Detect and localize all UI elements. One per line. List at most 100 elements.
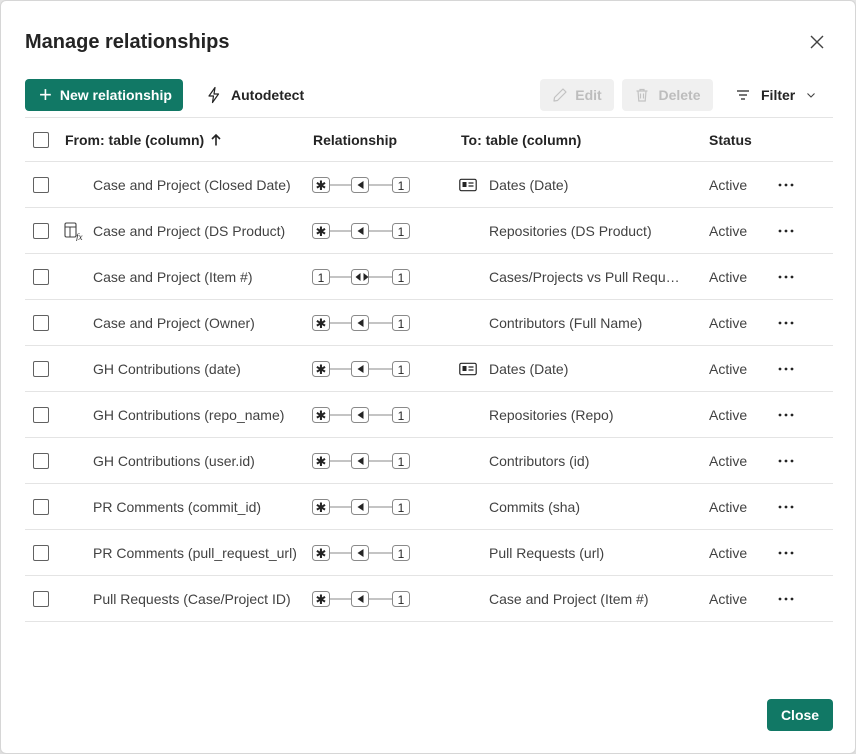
to-cardinality-symbol: 1: [398, 317, 405, 331]
from-column: PR Comments (pull_request_url): [93, 544, 297, 561]
filter-button[interactable]: Filter: [735, 79, 817, 111]
to-column-label: Pull Requests (url): [489, 544, 605, 561]
to-column-label: Repositories (DS Product): [489, 222, 652, 239]
date-table-icon: [459, 178, 477, 191]
status-label: Active: [709, 590, 748, 607]
row-checkbox[interactable]: [33, 406, 49, 423]
row-checkbox[interactable]: [33, 590, 49, 607]
row-checkbox[interactable]: [33, 176, 49, 193]
filter-label: Filter: [761, 87, 796, 103]
to-column-label: Case and Project (Item #): [489, 590, 649, 607]
table-row[interactable]: fx Case and Project (DS Product) ✱ 1 Rep…: [25, 208, 833, 254]
more-options-button[interactable]: [775, 254, 797, 299]
more-options-button[interactable]: [775, 576, 797, 621]
more-options-button[interactable]: [775, 300, 797, 345]
more-options-button[interactable]: [775, 392, 797, 437]
relationship-cell: ✱ 1: [312, 392, 412, 437]
more-options-button[interactable]: [775, 208, 797, 253]
to-cardinality-symbol: 1: [398, 547, 405, 561]
status-label: Active: [709, 314, 748, 331]
table-row[interactable]: PR Comments (pull_request_url) ✱ 1 Pull …: [25, 530, 833, 576]
table-row[interactable]: GH Contributions (repo_name) ✱ 1 Reposit…: [25, 392, 833, 438]
row-checkbox[interactable]: [33, 498, 49, 515]
to-icon-cell: [459, 438, 481, 483]
to-cardinality-symbol: 1: [398, 225, 405, 239]
relationship-cardinality-icon: 1 1: [312, 268, 410, 285]
more-options-button[interactable]: [775, 484, 797, 529]
row-checkbox[interactable]: [33, 222, 49, 239]
dialog-title: Manage relationships: [25, 31, 230, 53]
row-checkbox[interactable]: [33, 544, 49, 561]
to-column-label: Contributors (id): [489, 452, 590, 469]
to-cardinality-symbol: 1: [398, 455, 405, 469]
from-column: Case and Project (Item #): [93, 268, 253, 285]
edit-button[interactable]: Edit: [540, 79, 614, 111]
to-column: Commits (sha): [489, 484, 711, 529]
status-label: Active: [709, 268, 748, 285]
row-checkbox[interactable]: [33, 314, 49, 331]
table-row[interactable]: GH Contributions (date) ✱ 1 Dates (Date)…: [25, 346, 833, 392]
to-column-label: Cases/Projects vs Pull Requests (Item #): [489, 268, 687, 285]
new-relationship-button[interactable]: + New relationship: [25, 79, 183, 111]
relationship-cell: ✱ 1: [312, 484, 412, 529]
table-row[interactable]: Case and Project (Owner) ✱ 1 Contributor…: [25, 300, 833, 346]
relationship-cardinality-icon: ✱ 1: [312, 360, 410, 377]
to-cardinality-symbol: 1: [398, 593, 405, 607]
from-cardinality-symbol: ✱: [316, 592, 327, 607]
more-horizontal-icon: [778, 459, 794, 462]
relationship-cardinality-icon: ✱ 1: [312, 406, 410, 423]
to-column-label: Repositories (Repo): [489, 406, 614, 423]
to-icon-cell: [459, 162, 481, 207]
table-row[interactable]: Case and Project (Item #) 1 1 Cases/Proj…: [25, 254, 833, 300]
new-relationship-label: New relationship: [59, 87, 172, 103]
delete-button[interactable]: Delete: [622, 79, 713, 111]
more-options-button[interactable]: [775, 346, 797, 391]
status-label: Active: [709, 544, 748, 561]
relationship-cell: ✱ 1: [312, 162, 412, 207]
relationship-cardinality-icon: ✱ 1: [312, 590, 410, 607]
table-row[interactable]: GH Contributions (user.id) ✱ 1 Contribut…: [25, 438, 833, 484]
to-column-label: Contributors (Full Name): [489, 314, 643, 331]
row-checkbox[interactable]: [33, 360, 49, 377]
row-checkbox[interactable]: [33, 452, 49, 469]
column-header-from[interactable]: From: table (column): [65, 118, 222, 161]
chevron-down-icon: [807, 93, 816, 98]
column-header-relationship: Relationship: [313, 131, 398, 148]
to-column: Pull Requests (url): [489, 530, 711, 575]
status-label: Active: [709, 406, 748, 423]
autodetect-button[interactable]: Autodetect: [205, 79, 304, 111]
close-icon[interactable]: [806, 31, 828, 53]
toolbar: + New relationship Autodetect Edit Delet…: [25, 79, 833, 111]
more-options-button[interactable]: [775, 438, 797, 483]
table-row[interactable]: Case and Project (Closed Date) ✱ 1 Dates…: [25, 162, 833, 208]
more-options-button[interactable]: [775, 162, 797, 207]
row-checkbox[interactable]: [33, 268, 49, 285]
relationship-cardinality-icon: ✱ 1: [312, 176, 410, 193]
to-cardinality-symbol: 1: [398, 501, 405, 515]
close-button[interactable]: Close: [767, 699, 833, 731]
to-icon-cell: [459, 530, 481, 575]
select-all-checkbox[interactable]: [33, 131, 49, 148]
column-header-from-label: From: table (column): [65, 131, 205, 148]
delete-label: Delete: [658, 87, 701, 103]
to-cardinality-symbol: 1: [398, 363, 405, 377]
more-options-button[interactable]: [775, 530, 797, 575]
filter-icon: [737, 90, 749, 100]
relationship-cell: ✱ 1: [312, 300, 412, 345]
to-column-label: Dates (Date): [489, 360, 569, 377]
status-label: Active: [709, 360, 748, 377]
lightning-icon: [208, 86, 220, 104]
pencil-icon: [553, 88, 567, 102]
to-icon-cell: [459, 346, 481, 391]
from-column: Case and Project (DS Product): [93, 222, 286, 239]
table-row[interactable]: Pull Requests (Case/Project ID) ✱ 1 Case…: [25, 576, 833, 622]
table-row[interactable]: PR Comments (commit_id) ✱ 1 Commits (sha…: [25, 484, 833, 530]
to-column-label: Commits (sha): [489, 498, 581, 515]
to-column: Cases/Projects vs Pull Requests (Item #): [489, 254, 711, 299]
status-label: Active: [709, 222, 748, 239]
more-horizontal-icon: [778, 597, 794, 600]
from-cardinality-symbol: ✱: [316, 500, 327, 515]
from-column: GH Contributions (date): [93, 360, 241, 377]
to-cardinality-symbol: 1: [398, 409, 405, 423]
relationship-cell: ✱ 1: [312, 346, 412, 391]
